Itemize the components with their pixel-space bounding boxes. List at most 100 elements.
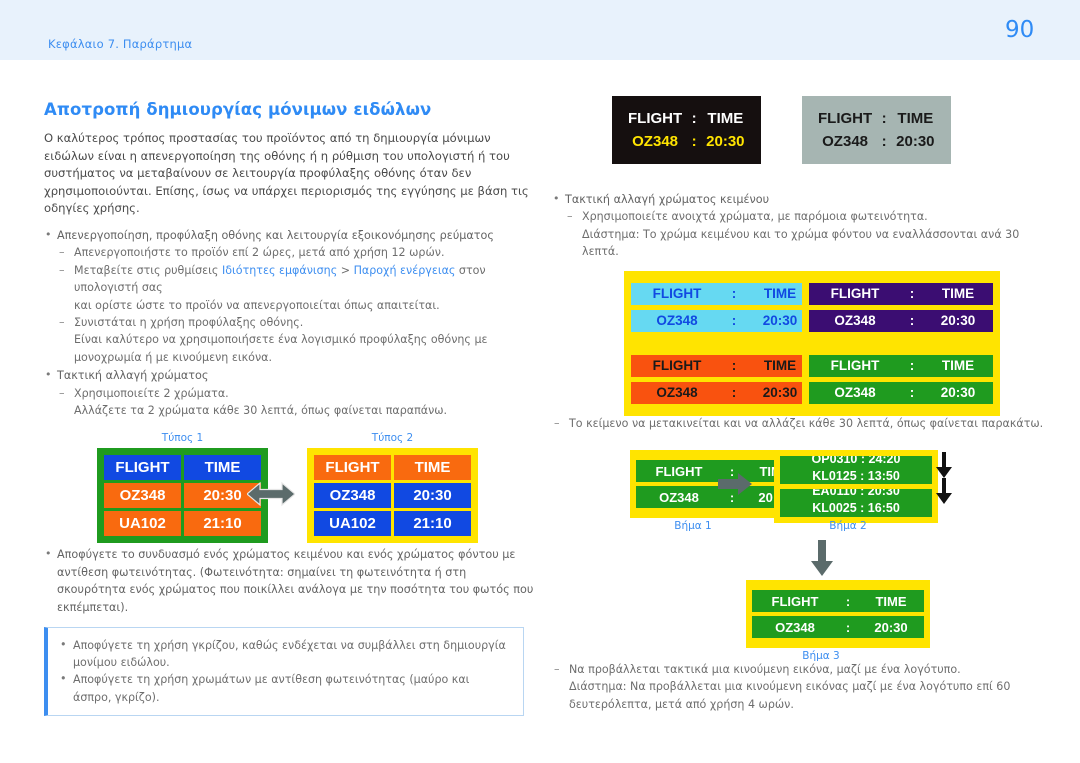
scroll-content-bottom: EA0110 : 20:30 KL0025 : 16:50 [780, 489, 932, 517]
cell-time: 21:10 [394, 511, 471, 537]
green-board-grid: FLIGHT : TIME OZ348 : 20:30 [809, 350, 993, 409]
header-cell-flight: FLIGHT [809, 282, 901, 305]
header-cell-flight: FLIGHT [628, 110, 683, 127]
table-row: FLIGHT : TIME [631, 354, 815, 377]
cell-time: 20:30 [394, 483, 471, 509]
cell-flight: OZ348 [314, 483, 391, 509]
moving-text-list: Το κείμενο να μετακινείται και να αλλάζε… [552, 415, 1052, 433]
list-item: Χρησιμοποιείτε ανοιχτά χρώματα, με παρόμ… [565, 208, 1052, 260]
page-number: 90 [1005, 17, 1035, 43]
table-row: FLIGHT : TIME [626, 107, 747, 130]
scroll-window-top: OP0310 : 24:20 KL0125 : 13:50 [780, 456, 932, 485]
cell-flight: OZ348 [632, 133, 678, 150]
table-row: OZ348 : 20:30 [809, 381, 993, 404]
type1-caption: Τύπος 1 [161, 432, 204, 445]
table-row: FLIGHT TIME [314, 455, 471, 481]
table-row: OZ348 : 20:30 [631, 381, 815, 404]
text-color-sublist: Χρησιμοποιείτε ανοιχτά χρώματα, με παρόμ… [565, 208, 1052, 260]
table-row: OZ348 : 20:30 [631, 309, 815, 332]
separator-colon: : [838, 590, 858, 613]
header-cell-flight: FLIGHT [631, 354, 723, 377]
text-color-list: Τακτική αλλαγή χρώματος κειμένου Χρησιμο… [552, 190, 1052, 261]
down-arrow-icon [811, 540, 833, 577]
separator-colon: : [723, 309, 745, 332]
list-item: Να προβάλλεται τακτικά μια κινούμενη εικ… [552, 661, 1052, 713]
cell-time: 21:10 [184, 511, 261, 537]
separator-colon: : [881, 110, 887, 127]
logo-bullet-text: Να προβάλλεται τακτικά μια κινούμενη εικ… [569, 663, 961, 677]
power-supply-link[interactable]: Παροχή ενέργειας [354, 264, 456, 277]
table-row: FLIGHT : TIME [631, 282, 815, 305]
table-row: UA102 21:10 [314, 511, 471, 537]
dark-board-grid: FLIGHT : TIME OZ348 : 20:30 [626, 107, 747, 153]
sub-item-text: Απενεργοποιήστε το προϊόν επί 2 ώρες, με… [74, 246, 445, 260]
bullet-label: Τακτική αλλαγή χρώματος [57, 369, 209, 383]
type1-board: Τύπος 1 FLIGHT TIME OZ348 20:30 UA102 21… [97, 432, 268, 544]
scroll-line: KL0025 : 16:50 [812, 501, 900, 516]
separator-colon: : [838, 616, 858, 639]
cell-flight: OZ348 [809, 309, 901, 332]
header-cell-time: TIME [923, 282, 993, 305]
intro-paragraph: Ο καλύτερος τρόπος προστασίας του προϊόν… [44, 131, 529, 216]
contrast-list: Αποφύγετε το συνδυασμό ενός χρώματος κει… [44, 545, 534, 616]
cell-time: 20:30 [923, 381, 993, 404]
type1-frame: FLIGHT TIME OZ348 20:30 UA102 21:10 [97, 448, 268, 544]
cell-flight: OZ348 [809, 381, 901, 404]
callout-list: Αποφύγετε τη χρήση γκρίζου, καθώς ενδέχε… [56, 636, 511, 706]
cell-time: 20:30 [896, 133, 935, 150]
list-item: Το κείμενο να μετακινείται και να αλλάζε… [552, 415, 1052, 433]
page-title: Αποτροπή δημιουργίας μόνιμων ειδώλων [44, 100, 432, 119]
step3-board: FLIGHT : TIME OZ348 : 20:30 [746, 580, 930, 649]
header-cell-flight: FLIGHT [752, 590, 838, 613]
orange-board: FLIGHT : TIME OZ348 : 20:30 [624, 342, 822, 416]
type2-frame: FLIGHT TIME OZ348 20:30 UA102 21:10 [307, 448, 478, 544]
double-arrow-icon [247, 482, 295, 507]
cell-flight: OZ348 [631, 381, 723, 404]
type2-board: Τύπος 2 FLIGHT TIME OZ348 20:30 UA102 21… [307, 432, 478, 544]
green-board: FLIGHT : TIME OZ348 : 20:30 [802, 342, 1000, 416]
cell-time: 20:30 [923, 309, 993, 332]
right-column: FLIGHT : TIME OZ348 : 20:30 FLIGHT : TIM… [552, 96, 1052, 713]
power-saving-sublist: Απενεργοποιήστε το προϊόν επί 2 ώρες, με… [57, 244, 534, 366]
header-cell-time: TIME [923, 354, 993, 377]
step1-caption: Βήμα 1 [674, 520, 712, 533]
scroll-line: OP0310 : 24:20 [811, 456, 901, 467]
list-item: Τακτική αλλαγή χρώματος Χρησιμοποιείτε 2… [44, 366, 534, 420]
type1-grid: FLIGHT TIME OZ348 20:30 UA102 21:10 [101, 452, 264, 539]
breadcrumb-chevron: > [337, 263, 354, 277]
list-item: Μεταβείτε στις ρυθμίσεις Ιδιότητες εμφάν… [57, 262, 534, 314]
header-cell-flight: FLIGHT [636, 460, 722, 483]
color-change-sublist: Χρησιμοποιείτε 2 χρώματα. Αλλάζετε τα 2 … [57, 385, 534, 420]
sub-item-note: Διάστημα: Το χρώμα κειμένου και το χρώμα… [582, 227, 1020, 259]
type2-caption: Τύπος 2 [371, 432, 414, 445]
cell-flight: UA102 [104, 511, 181, 537]
color-matrix-figure: FLIGHT : TIME OZ348 : 20:30 FLIGHT : TIM… [552, 270, 1052, 416]
step2-caption: Βήμα 2 [829, 520, 867, 533]
scroll-content-top: OP0310 : 24:20 KL0125 : 13:50 [780, 456, 932, 484]
separator-colon: : [691, 133, 697, 150]
header-cell-flight: FLIGHT [818, 110, 873, 127]
table-row: OZ348 : 20:30 [626, 130, 747, 153]
gray-board-grid: FLIGHT : TIME OZ348 : 20:30 [816, 107, 937, 153]
table-row: UA102 21:10 [104, 511, 261, 537]
display-properties-link[interactable]: Ιδιότητες εμφάνισης [222, 264, 337, 277]
step3-grid: FLIGHT : TIME OZ348 : 20:30 [752, 586, 924, 642]
callout-text: Αποφύγετε τη χρήση γκρίζου, καθώς ενδέχε… [73, 639, 506, 670]
text-color-example-figure: FLIGHT : TIME OZ348 : 20:30 FLIGHT : TIM… [552, 96, 1052, 182]
purple-board-grid: FLIGHT : TIME OZ348 : 20:30 [809, 278, 993, 337]
header-cell-time: TIME [897, 110, 934, 127]
contrast-bullet-text: Αποφύγετε το συνδυασμό ενός χρώματος κει… [57, 548, 534, 614]
sub-item-text: Χρησιμοποιείτε 2 χρώματα. [74, 386, 229, 400]
page-header-bar [0, 0, 1080, 60]
separator-colon: : [901, 354, 923, 377]
right-arrow-icon [718, 473, 752, 496]
cell-time: 20:30 [706, 133, 745, 150]
list-item: Αποφύγετε τη χρήση γκρίζου, καθώς ενδέχε… [56, 636, 511, 671]
cell-flight: OZ348 [636, 486, 722, 509]
separator-colon: : [723, 381, 745, 404]
table-row: OZ348 : 20:30 [816, 130, 937, 153]
chapter-breadcrumb: Κεφάλαιο 7. Παράρτημα [48, 37, 193, 51]
left-column: Αποτροπή δημιουργίας μόνιμων ειδώλων Ο κ… [44, 100, 534, 716]
scroll-window-bottom: EA0110 : 20:30 KL0025 : 16:50 [780, 489, 932, 518]
header-cell-time: TIME [707, 110, 744, 127]
